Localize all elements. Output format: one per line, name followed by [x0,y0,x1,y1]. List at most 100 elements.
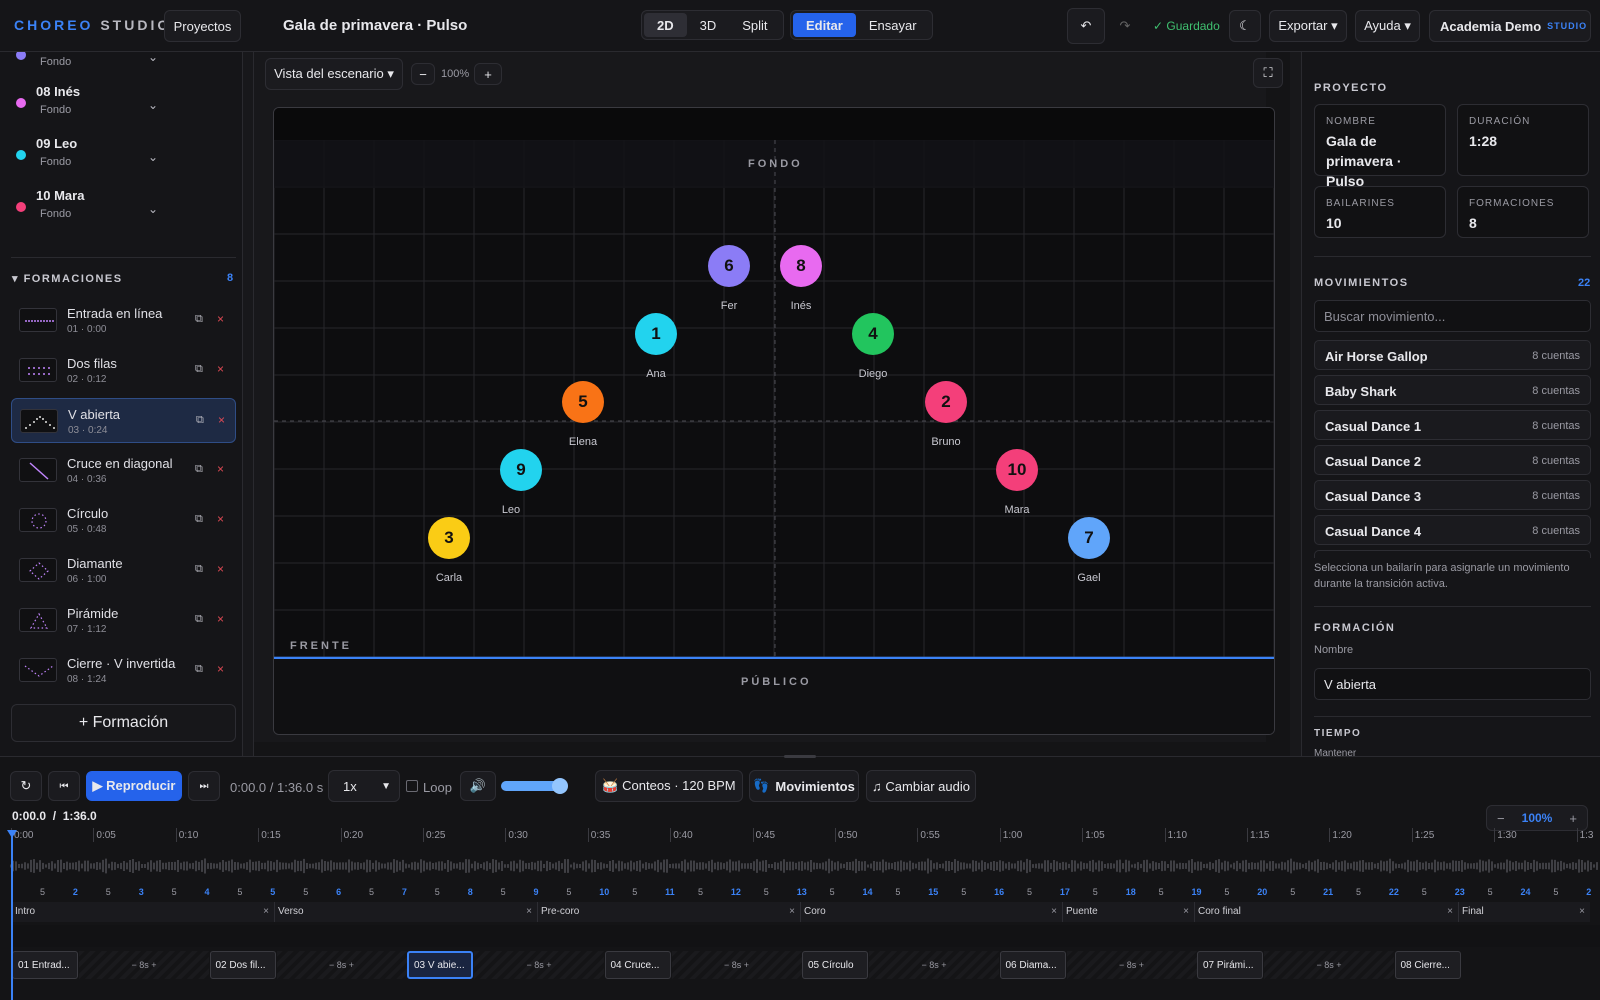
move-item[interactable]: Casual Dance 48 cuentas [1314,515,1591,545]
reset-button[interactable]: ↻ [10,771,42,801]
fullscreen-button[interactable]: ⛶ [1253,58,1283,88]
formation-item-selected[interactable]: V abierta 03 · 0:24 ⧉ × [11,398,236,443]
formation-block[interactable]: 07 Pirámi... [1197,951,1263,979]
formation-name-input[interactable]: V abierta [1314,668,1591,700]
play-button[interactable]: ▶ Reproducir [86,771,182,801]
formation-block[interactable]: 05 Círculo [802,951,868,979]
dancer-marker[interactable]: 4 [852,313,894,355]
dancer-marker[interactable]: 5 [562,381,604,423]
playhead[interactable] [11,830,13,1000]
formation-item[interactable]: Cierre · V invertida 08 · 1:24 ⧉ × [11,648,236,693]
help-menu[interactable]: Ayuda ▾ [1355,10,1420,42]
delete-icon[interactable]: × [217,362,224,376]
close-icon[interactable]: × [526,906,532,917]
chevron-down-icon[interactable]: ⌄ [148,52,158,64]
formation-item[interactable]: Entrada en línea 01 · 0:00 ⧉ × [11,298,236,343]
formation-item[interactable]: Diamante 06 · 1:00 ⧉ × [11,548,236,593]
close-icon[interactable]: × [1579,906,1585,917]
stage-view-select[interactable]: Vista del escenario ▾ [265,58,403,90]
dancer-row[interactable]: 08 Inés Fondo ⌄ [0,84,242,136]
delete-icon[interactable]: × [217,312,224,326]
section-block[interactable]: Intro × [11,902,274,922]
dancer-marker[interactable]: 2 [925,381,967,423]
redo-button[interactable]: ↷ [1107,8,1143,44]
delete-icon[interactable]: × [217,662,224,676]
chevron-down-icon[interactable]: ⌄ [148,150,158,164]
transition-block[interactable]: − 8s + [474,951,604,979]
formation-item[interactable]: Cruce en diagonal 04 · 0:36 ⧉ × [11,448,236,493]
formation-item[interactable]: Círculo 05 · 0:48 ⧉ × [11,498,236,543]
delete-icon[interactable]: × [217,612,224,626]
duplicate-icon[interactable]: ⧉ [195,613,203,626]
change-audio-button[interactable]: ♫ Cambiar audio [866,770,976,802]
formation-block[interactable]: 02 Dos fil... [209,951,276,979]
close-icon[interactable]: × [1183,906,1189,917]
theme-toggle-button[interactable]: ☾ [1229,10,1261,42]
view-split-button[interactable]: Split [729,13,780,37]
dancer-row[interactable]: 09 Leo Fondo ⌄ [0,136,242,188]
transition-block[interactable]: − 8s + [1066,951,1197,979]
transition-block[interactable]: − 8s + [276,951,407,979]
duplicate-icon[interactable]: ⧉ [195,663,203,676]
dancer-row[interactable]: Fondo ⌄ [0,52,242,88]
zoom-in-button[interactable]: + [474,63,502,85]
duplicate-icon[interactable]: ⧉ [195,363,203,376]
delete-icon[interactable]: × [217,512,224,526]
panel-resize-handle[interactable] [784,755,816,758]
delete-icon[interactable]: × [218,413,225,427]
duplicate-icon[interactable]: ⧉ [195,463,203,476]
audio-waveform[interactable] [10,847,1600,887]
section-block[interactable]: Coro final × [1194,902,1458,922]
move-item[interactable]: Casual Dance 28 cuentas [1314,445,1591,475]
dancer-row[interactable]: 10 Mara Fondo ⌄ [0,188,242,240]
section-block[interactable]: Verso × [274,902,537,922]
add-formation-button[interactable]: + Formación [11,704,236,742]
moves-button[interactable]: 👣 Movimientos [749,770,859,802]
skip-back-button[interactable]: ⏮ [48,771,80,801]
left-resize-handle[interactable] [243,52,254,756]
section-block[interactable]: Coro × [800,902,1062,922]
zoom-out-button[interactable]: − [411,63,435,85]
loop-checkbox[interactable] [406,780,418,792]
delete-icon[interactable]: × [217,562,224,576]
formation-block[interactable]: 01 Entrad... [12,951,78,979]
move-item[interactable]: Casual Dance 18 cuentas [1314,410,1591,440]
dancer-marker[interactable]: 1 [635,313,677,355]
dancer-marker[interactable]: 3 [428,517,470,559]
duplicate-icon[interactable]: ⧉ [196,414,204,427]
dancer-marker[interactable]: 10 [996,449,1038,491]
formation-block[interactable]: 04 Cruce... [604,951,671,979]
view-2d-button[interactable]: 2D [644,13,687,37]
formation-item[interactable]: Pirámide 07 · 1:12 ⧉ × [11,598,236,643]
view-3d-button[interactable]: 3D [687,13,730,37]
transition-block[interactable]: − 8s + [869,951,999,979]
move-item[interactable]: Air Horse Gallop 8 cuentas [1314,340,1591,370]
move-search-input[interactable]: Buscar movimiento... [1314,300,1591,332]
skip-forward-button[interactable]: ⏭ [188,771,220,801]
export-menu[interactable]: Exportar ▾ [1269,10,1347,42]
right-resize-handle[interactable] [1290,52,1301,756]
section-block[interactable]: Puente × [1062,902,1194,922]
formation-block[interactable]: 06 Diama... [999,951,1066,979]
timeline-zoom-out[interactable]: − [1497,811,1505,826]
projects-button[interactable]: Proyectos [164,10,241,42]
duplicate-icon[interactable]: ⧉ [195,313,203,326]
move-item[interactable]: Casual Dance 38 cuentas [1314,480,1591,510]
formations-header[interactable]: ▾ FORMACIONES [12,272,123,285]
formation-item[interactable]: Dos filas 02 · 0:12 ⧉ × [11,348,236,393]
undo-button[interactable]: ↶ [1067,8,1105,44]
formation-block[interactable]: 03 V abie... [407,951,473,979]
timeline-zoom-in[interactable]: + [1569,811,1577,826]
delete-icon[interactable]: × [217,462,224,476]
dancer-marker[interactable]: 8 [780,245,822,287]
close-icon[interactable]: × [1051,906,1057,917]
dancer-marker[interactable]: 6 [708,245,750,287]
close-icon[interactable]: × [789,906,795,917]
account-menu[interactable]: Academia Demo STUDIO [1429,10,1591,42]
transition-block[interactable]: − 8s + [79,951,209,979]
transition-block[interactable]: − 8s + [671,951,802,979]
speed-select[interactable]: 1x ▼ [328,770,400,802]
stage-canvas[interactable]: FONDO FRENTE PÚBLICO 6 Fer 8 Inés 1 Ana … [273,107,1275,735]
close-icon[interactable]: × [263,906,269,917]
counts-button[interactable]: 🥁 Conteos · 120 BPM [595,770,743,802]
